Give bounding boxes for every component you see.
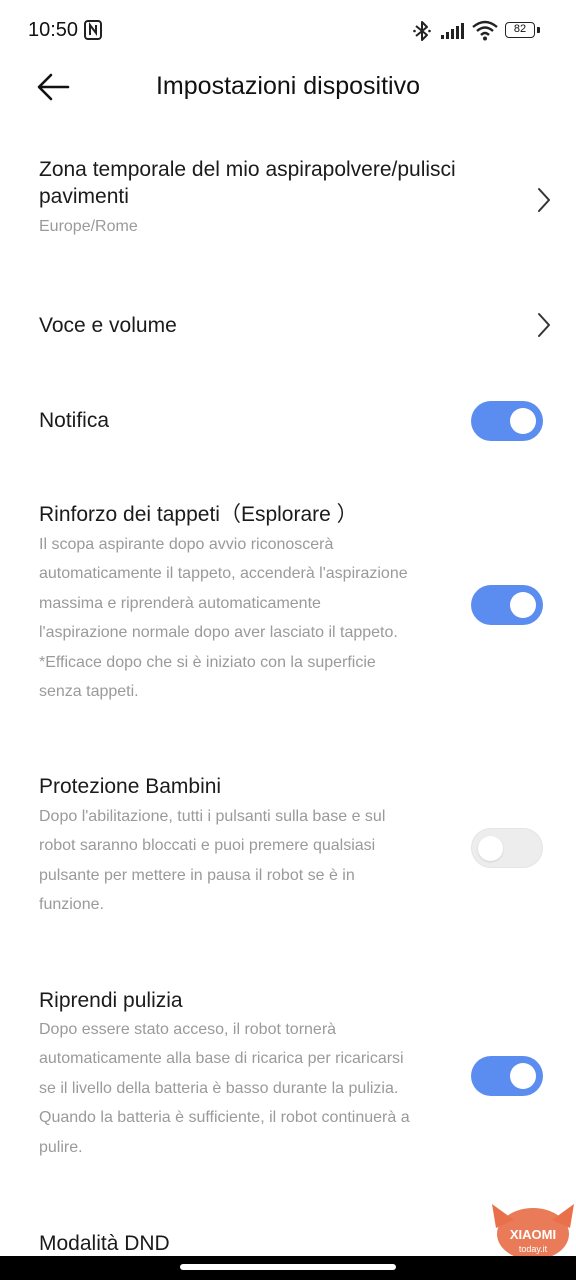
setting-title: Modalità DND — [39, 1232, 170, 1255]
toggle-knob — [478, 835, 503, 861]
page-title: Impostazioni dispositivo — [155, 72, 420, 100]
setting-description-line: automaticamente alla base di ricarica pe… — [39, 1050, 404, 1068]
setting-title: Notifica — [39, 409, 110, 432]
signal-icon — [441, 23, 464, 39]
toggle-knob — [510, 408, 536, 434]
setting-description-line: Il scopa aspirante dopo avvio riconoscer… — [39, 536, 334, 553]
toggle-knob — [510, 592, 536, 618]
watermark-site: today.it — [519, 1244, 548, 1254]
bluetooth-icon — [413, 21, 431, 41]
wifi-icon — [472, 20, 498, 41]
setting-resume-cleaning: Riprendi pulizia Dopo essere stato acces… — [0, 985, 576, 1165]
resume-cleaning-toggle[interactable] — [471, 1056, 543, 1096]
home-indicator[interactable] — [180, 1264, 396, 1270]
setting-description-line: *Efficace dopo che si è iniziato con la … — [39, 653, 376, 671]
setting-title: Riprendi pulizia — [39, 989, 183, 1012]
setting-voice-volume[interactable]: Voce e volume — [0, 300, 576, 350]
setting-notification: Notifica — [0, 390, 576, 450]
setting-title-line2: pavimenti — [39, 185, 129, 208]
setting-title-line1: Zona temporale del mio aspirapolvere/pul… — [39, 158, 456, 181]
setting-description-line: robot saranno bloccati e puoi premere qu… — [39, 837, 376, 855]
setting-title: Protezione Bambini — [39, 775, 222, 798]
setting-description-line: Dopo l'abilitazione, tutti i pulsanti su… — [39, 808, 386, 825]
battery-tip — [537, 27, 540, 33]
setting-description-line: pulsante per mettere in pausa il robot s… — [39, 866, 355, 884]
timezone-value: Europe/Rome — [39, 218, 138, 235]
carpet-boost-toggle[interactable] — [471, 585, 543, 625]
setting-title: Rinforzo dei tappeti（Esplorare ） — [39, 503, 358, 526]
setting-description-line: massima e riprenderà automaticamente — [39, 594, 321, 612]
battery-icon: 82 — [505, 22, 535, 38]
watermark-brand: XIAOMI — [510, 1227, 556, 1242]
status-time: 10:50 — [28, 19, 79, 41]
header: Impostazioni dispositivo — [0, 62, 576, 112]
setting-timezone[interactable]: Zona temporale del mio aspirapolvere/pul… — [0, 150, 576, 260]
toggle-knob — [510, 1063, 536, 1089]
setting-carpet-boost: Rinforzo dei tappeti（Esplorare ） Il scop… — [0, 495, 576, 710]
setting-description-line: se il livello della batteria è basso dur… — [39, 1079, 399, 1097]
setting-description-line: funzione. — [39, 896, 104, 914]
chevron-right-icon — [538, 188, 550, 212]
status-bar: 10:50 82 — [0, 0, 576, 62]
child-lock-toggle[interactable] — [471, 828, 543, 868]
setting-child-lock: Protezione Bambini Dopo l'abilitazione, … — [0, 770, 576, 920]
setting-description-line: automaticamente il tappeto, accenderà l'… — [39, 565, 408, 583]
setting-description-line: l'aspirazione normale dopo aver lasciato… — [39, 624, 398, 642]
notification-toggle[interactable] — [471, 401, 543, 441]
nfc-icon — [84, 20, 102, 40]
setting-title: Voce e volume — [39, 314, 177, 337]
setting-description-line: pulire. — [39, 1138, 83, 1156]
setting-description-line: senza tappeti. — [39, 683, 139, 700]
setting-description-line: Quando la batteria è sufficiente, il rob… — [39, 1109, 410, 1127]
chevron-right-icon — [538, 313, 550, 337]
setting-description-line: Dopo essere stato acceso, il robot torne… — [39, 1021, 337, 1038]
